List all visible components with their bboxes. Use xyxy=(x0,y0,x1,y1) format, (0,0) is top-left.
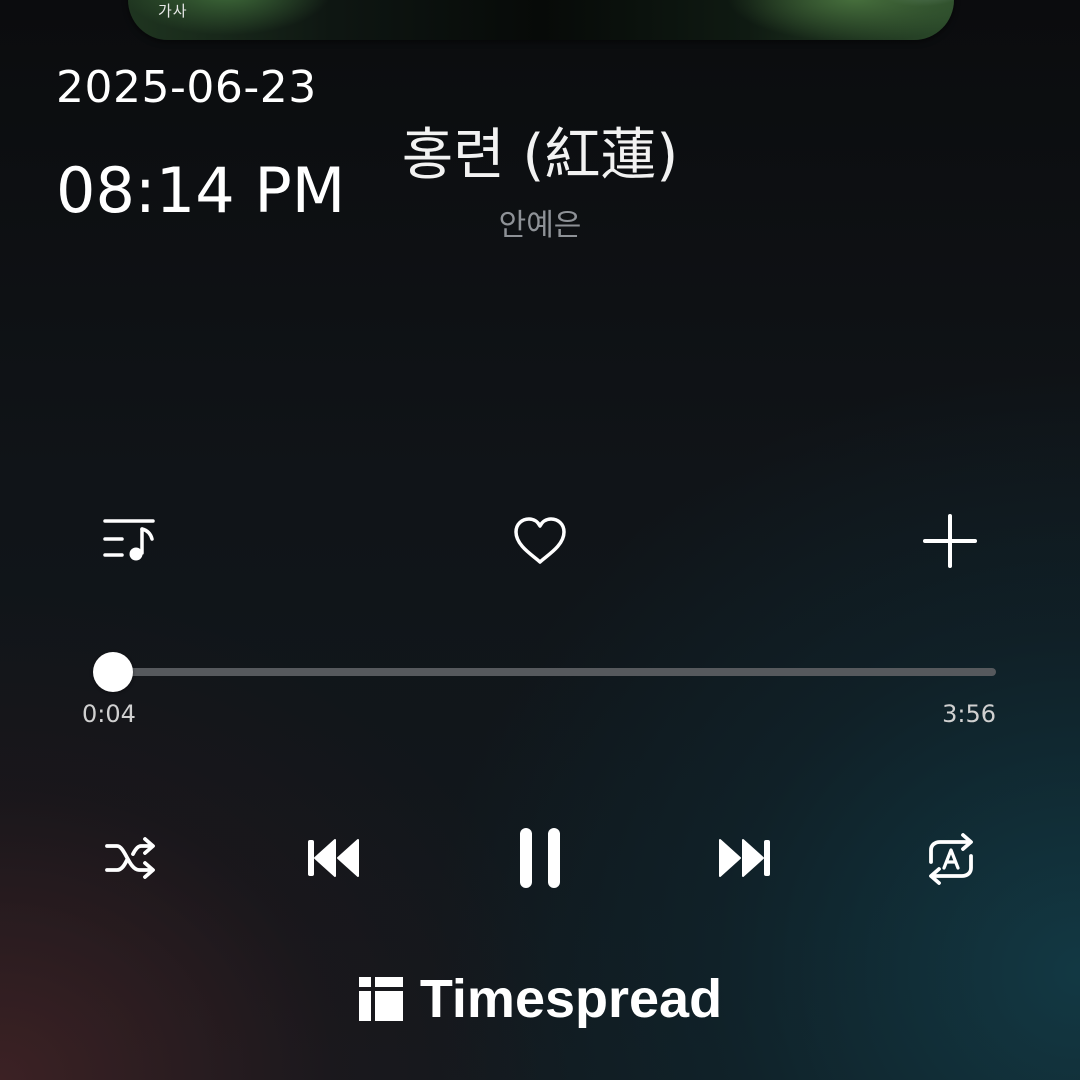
skip-next-icon xyxy=(719,839,770,877)
repeat-a-icon xyxy=(929,833,973,885)
player-screen: 가사 2025-06-23 08:14 PM 홍련 (紅蓮) 안예은 0:04 … xyxy=(0,0,1080,1080)
album-art[interactable]: 가사 xyxy=(128,0,954,40)
shuffle-button[interactable] xyxy=(100,830,162,886)
track-artist[interactable]: 안예은 xyxy=(0,200,1080,244)
skip-previous-icon xyxy=(308,839,359,877)
lyrics-queue-button[interactable] xyxy=(100,512,160,568)
lyrics-queue-icon xyxy=(103,519,155,561)
brand-watermark: Timespread xyxy=(0,968,1080,1030)
pause-icon xyxy=(520,828,560,888)
like-button[interactable] xyxy=(510,514,570,568)
progress-thumb[interactable] xyxy=(93,652,134,692)
plus-icon xyxy=(923,514,977,568)
total-time: 3:56 xyxy=(942,700,996,728)
previous-button[interactable] xyxy=(304,834,362,882)
overlay-date: 2025-06-23 xyxy=(56,62,317,113)
heart-outline-icon xyxy=(514,517,566,564)
timespread-logo-icon xyxy=(358,977,403,1021)
next-button[interactable] xyxy=(716,834,774,882)
brand-name: Timespread xyxy=(419,969,723,1029)
lyrics-label[interactable]: 가사 xyxy=(158,0,188,21)
pause-button[interactable] xyxy=(508,824,572,892)
repeat-button[interactable] xyxy=(920,830,982,888)
elapsed-time: 0:04 xyxy=(82,700,136,728)
track-title: 홍련 (紅蓮) xyxy=(401,123,679,188)
add-to-playlist-button[interactable] xyxy=(920,512,980,570)
progress-track[interactable] xyxy=(98,668,996,676)
shuffle-icon xyxy=(105,837,155,879)
